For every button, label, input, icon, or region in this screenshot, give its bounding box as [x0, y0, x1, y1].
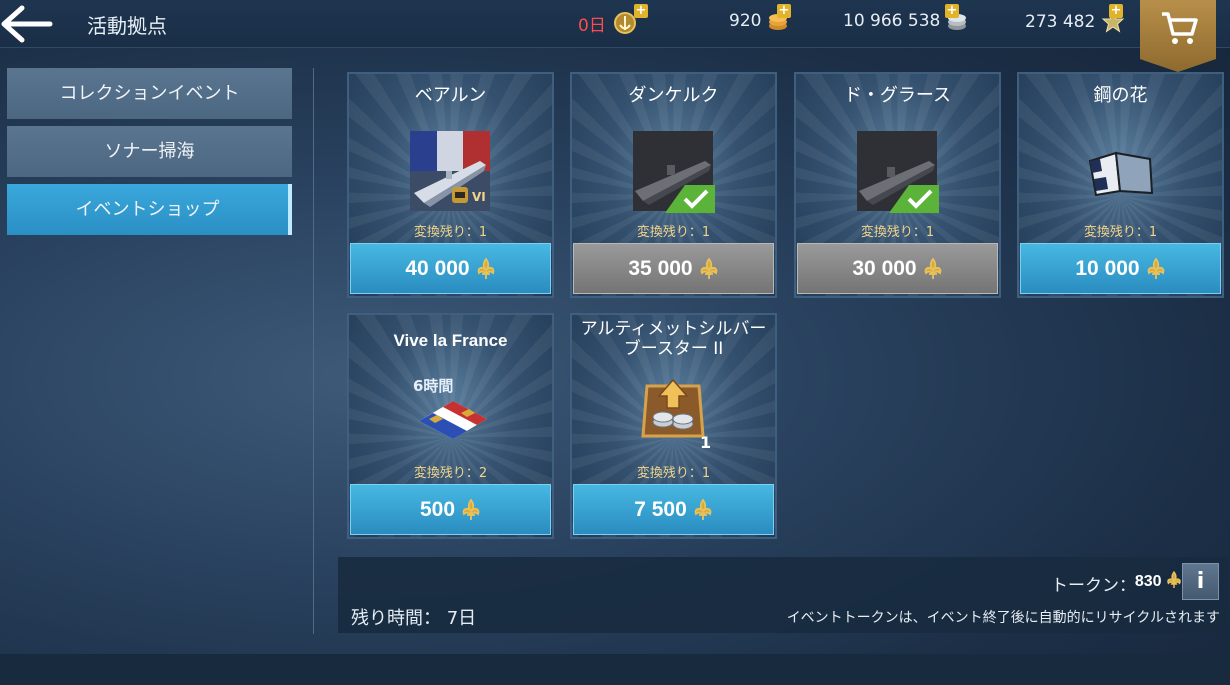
- fleur-de-lis-icon: [477, 257, 494, 279]
- fleur-de-lis-icon: [700, 257, 717, 279]
- top-bar: 活動拠点 0日 + 920 + 10 966 538 + 273 482 +: [0, 0, 1230, 72]
- event-info-panel: トークン： 830 i 残り時間： 7日 イベントトークンは、イベント終了後に自…: [338, 557, 1228, 633]
- sidebar-item-label: コレクションイベント: [59, 83, 240, 104]
- item-name: 鋼の花: [1093, 85, 1148, 106]
- ship-de-grasse-image: [857, 131, 939, 213]
- premium-days-value: 0日: [578, 15, 606, 36]
- exchanges-remaining: 変換残り：1: [413, 225, 488, 240]
- buy-button[interactable]: 10 000: [1020, 243, 1221, 294]
- exchanges-remaining: 変換残り：1: [636, 225, 711, 240]
- price-value: 500: [419, 497, 456, 521]
- bottom-strip: [0, 654, 1230, 685]
- item-name: アルティメットシルバーブースター II: [580, 319, 767, 359]
- shop-item-card[interactable]: Vive la France 6時間 変換残り：2 500: [347, 313, 554, 539]
- fleur-de-lis-icon: [462, 498, 480, 520]
- fleur-de-lis-icon: [1147, 257, 1164, 279]
- quantity-label: 1: [700, 433, 712, 452]
- gold-counter[interactable]: 920 +: [729, 4, 791, 32]
- ship-dunkerque-image: [633, 131, 715, 213]
- item-name: ベアルン: [414, 85, 487, 106]
- exchanges-remaining: 変換残り：1: [1083, 225, 1158, 240]
- price-value: 40 000: [405, 256, 470, 280]
- gold-value: 920: [729, 11, 762, 31]
- add-premium-plus-icon[interactable]: +: [634, 4, 648, 18]
- buy-button[interactable]: 7 500: [573, 484, 774, 535]
- token-label: トークン：: [1051, 576, 1136, 596]
- back-button[interactable]: [0, 4, 56, 44]
- token-balance: 830: [1134, 570, 1182, 591]
- time-remaining: 残り時間： 7日: [351, 608, 477, 629]
- buy-button[interactable]: 40 000: [350, 243, 551, 294]
- silver-counter[interactable]: 10 966 538 +: [843, 4, 968, 32]
- camouflage-icon: [1088, 151, 1154, 197]
- exchanges-remaining: 変換残り：1: [860, 225, 935, 240]
- price-value: 30 000: [852, 256, 917, 280]
- exchanges-remaining: 変換残り：1: [636, 466, 711, 481]
- ship-bearn-image: VI: [410, 131, 490, 211]
- fleur-de-lis-icon: [924, 257, 941, 279]
- free-xp-counter[interactable]: 273 482 +: [1025, 4, 1125, 34]
- sidebar-item-collection-event[interactable]: コレクションイベント: [7, 68, 292, 119]
- item-name: ド・グラース: [843, 85, 952, 106]
- item-name: ダンケルク: [628, 85, 719, 106]
- sidebar-item-sonar-sweep[interactable]: ソナー掃海: [7, 126, 292, 177]
- shop-item-card[interactable]: ド・グラース 変換残り：1 30 000: [794, 72, 1001, 298]
- flag-signal-icon: [419, 401, 487, 439]
- divider: [313, 68, 314, 634]
- token-value: 830: [1134, 573, 1162, 590]
- arrow-left-icon: [1, 5, 53, 43]
- add-silver-plus-icon[interactable]: +: [945, 4, 959, 18]
- buy-button[interactable]: 30 000: [797, 243, 998, 294]
- sidebar-item-event-shop[interactable]: イベントショップ: [7, 184, 292, 235]
- info-button[interactable]: i: [1182, 563, 1219, 600]
- item-name: Vive la France: [393, 331, 508, 350]
- price-value: 10 000: [1075, 256, 1140, 280]
- page-title: 活動拠点: [87, 14, 167, 38]
- shop-item-card[interactable]: 鋼の花 変換残り：1 10 000: [1017, 72, 1224, 298]
- buy-button[interactable]: 35 000: [573, 243, 774, 294]
- price-value: 35 000: [628, 256, 693, 280]
- price-value: 7 500: [634, 497, 687, 521]
- free-xp-value: 273 482: [1025, 12, 1096, 32]
- fleur-de-lis-icon: [1167, 570, 1181, 588]
- tier-badge-icon: [452, 187, 468, 203]
- sidebar-item-label: ソナー掃海: [104, 141, 195, 162]
- shopping-cart-icon: [1162, 12, 1198, 44]
- token-recycle-note: イベントトークンは、イベント終了後に自動的にリサイクルされます: [786, 610, 1220, 626]
- silver-value: 10 966 538: [843, 11, 941, 31]
- shop-cart-button[interactable]: [1140, 0, 1216, 72]
- tier-label: VI: [472, 190, 486, 204]
- fleur-de-lis-icon: [694, 498, 712, 520]
- shop-item-card[interactable]: ベアルン VI 変換残り：1 40 000: [347, 72, 554, 298]
- shop-item-card[interactable]: ダンケルク 変換残り：1 35 000: [570, 72, 777, 298]
- add-gold-plus-icon[interactable]: +: [777, 4, 791, 18]
- buy-button[interactable]: 500: [350, 484, 551, 535]
- shop-item-card[interactable]: アルティメットシルバーブースター II 1 変換残り：1 7 500: [570, 313, 777, 539]
- add-free-xp-plus-icon[interactable]: +: [1109, 4, 1123, 18]
- exchanges-remaining: 変換残り：2: [413, 466, 488, 481]
- premium-days-counter[interactable]: 0日 +: [578, 4, 648, 36]
- sidebar-item-label: イベントショップ: [75, 199, 220, 220]
